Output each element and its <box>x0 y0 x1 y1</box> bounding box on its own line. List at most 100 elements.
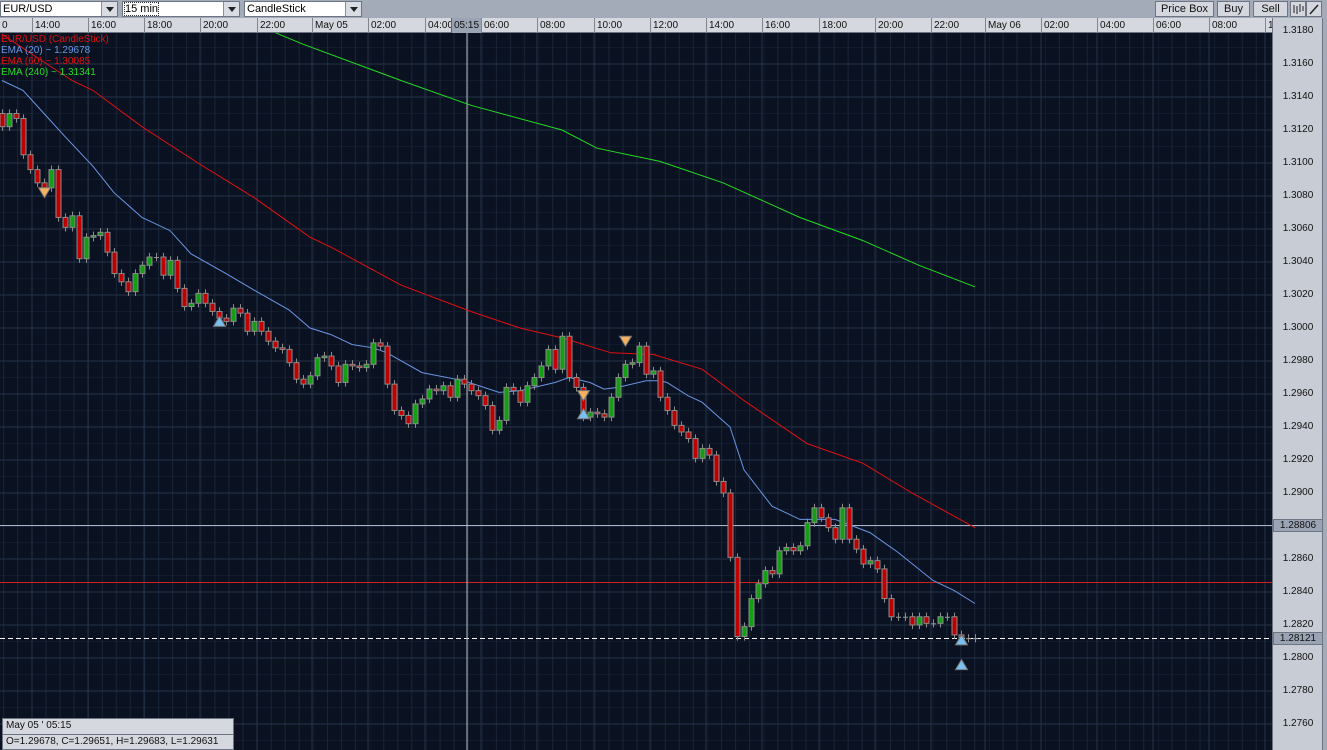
price-tick-label: 1.2840 <box>1282 586 1314 597</box>
candle-body <box>97 231 104 237</box>
candle-body <box>195 292 202 304</box>
price-axis[interactable]: 1.3180 1.3160 1.3140 1.3120 1.3100 1.3080 1.30… <box>1272 18 1323 750</box>
candle <box>342 360 349 387</box>
candle-body <box>951 616 958 636</box>
candle <box>244 309 251 336</box>
candle-body <box>853 538 860 550</box>
time-label: 1 <box>1265 18 1274 33</box>
candle-body <box>601 413 608 418</box>
candle <box>391 379 398 415</box>
price-tick-label: 1.2920 <box>1282 454 1314 465</box>
candle-body <box>573 377 580 388</box>
price-tick-label: 1.2800 <box>1282 652 1314 663</box>
candle-body <box>76 215 83 260</box>
candle-body <box>622 363 629 378</box>
sell-button[interactable]: Sell <box>1253 1 1288 17</box>
candle-body <box>426 388 433 400</box>
candle <box>888 594 895 621</box>
price-tick-label: 1.3040 <box>1282 256 1314 267</box>
level-price-label: 1.28806 <box>1273 519 1323 532</box>
candle <box>314 353 321 380</box>
candle-body <box>909 616 916 626</box>
candle-body <box>517 390 524 403</box>
candle-body <box>769 570 776 575</box>
time-label: May 05 <box>312 18 368 33</box>
candle-body <box>657 370 664 398</box>
candle-body <box>202 292 209 304</box>
candle-body <box>391 383 398 412</box>
candle-body <box>181 287 188 308</box>
candle-body <box>300 378 307 385</box>
candle <box>566 332 573 382</box>
candle-body <box>342 363 349 383</box>
candle-body <box>265 330 272 342</box>
candle-body <box>881 568 888 600</box>
candle-body <box>496 419 503 431</box>
candle-body <box>762 570 769 585</box>
info-time: May 05 ' 05:15 <box>6 720 72 731</box>
buy-button[interactable]: Buy <box>1217 1 1250 17</box>
time-label: 20:00 <box>875 18 931 33</box>
candle-body <box>643 345 650 375</box>
candle-body <box>937 616 944 624</box>
chart-type-select[interactable]: CandleStick <box>244 1 362 17</box>
candle <box>545 345 552 371</box>
price-tick-label: 1.2860 <box>1282 553 1314 564</box>
draw-line-icon[interactable] <box>1306 1 1322 17</box>
candle-body <box>734 556 741 638</box>
chevron-down-icon[interactable] <box>223 2 239 16</box>
candle-body <box>377 342 384 347</box>
time-label: 22:00 <box>931 18 985 33</box>
candle-body <box>419 398 426 405</box>
candle-body <box>888 598 895 618</box>
candle <box>181 284 188 311</box>
right-scroll-strip[interactable] <box>1322 18 1327 750</box>
time-label: 08:00 <box>537 18 594 33</box>
price-tick-label: 1.3140 <box>1282 91 1314 102</box>
candle-body <box>811 507 818 524</box>
symbol-select[interactable]: EUR/USD <box>0 1 118 17</box>
candle-body <box>916 616 923 626</box>
price-tick-label: 1.3120 <box>1282 124 1314 135</box>
chevron-down-icon[interactable] <box>101 2 117 16</box>
candle-body <box>160 256 167 276</box>
price-chart[interactable] <box>0 0 1272 750</box>
candle-body <box>776 550 783 575</box>
candle-body <box>503 386 510 421</box>
candle <box>83 233 90 263</box>
candle-body <box>132 273 139 293</box>
candle-body <box>174 259 181 289</box>
timeframe-select[interactable]: 15 min <box>122 1 240 17</box>
chevron-down-icon[interactable] <box>345 2 361 16</box>
candle-body <box>839 507 846 540</box>
candle-body <box>727 492 734 558</box>
candle-body <box>321 355 328 359</box>
time-label: 14:00 <box>32 18 88 33</box>
symbol-value: EUR/USD <box>3 3 53 15</box>
time-label: 16:00 <box>88 18 144 33</box>
candle-body <box>783 546 790 552</box>
time-axis: 0 14:00 16:00 18:00 20:00 22:00 May 05 02:00 04:… <box>0 18 1274 33</box>
candle <box>839 503 846 544</box>
time-label: 04:00 <box>1097 18 1153 33</box>
candle-body <box>524 385 531 403</box>
bar-chart-icon[interactable] <box>1290 1 1306 17</box>
candle-body <box>223 317 230 322</box>
price-tick-label: 1.3020 <box>1282 289 1314 300</box>
candle-body <box>755 583 762 600</box>
price-tick-label: 1.2820 <box>1282 619 1314 630</box>
candle-body <box>468 383 475 392</box>
candle-body <box>188 302 195 308</box>
candle-body <box>860 548 867 565</box>
candle <box>804 518 811 550</box>
candle-body <box>461 378 468 385</box>
candle <box>881 564 888 603</box>
candle-body <box>559 335 566 370</box>
candle-body <box>489 405 496 431</box>
price-box-button[interactable]: Price Box <box>1155 1 1214 17</box>
price-tick-label: 1.3060 <box>1282 223 1314 234</box>
candle-body <box>41 182 48 189</box>
time-label: 10:00 <box>594 18 650 33</box>
candle-body <box>405 414 412 425</box>
candle-body <box>258 320 265 332</box>
